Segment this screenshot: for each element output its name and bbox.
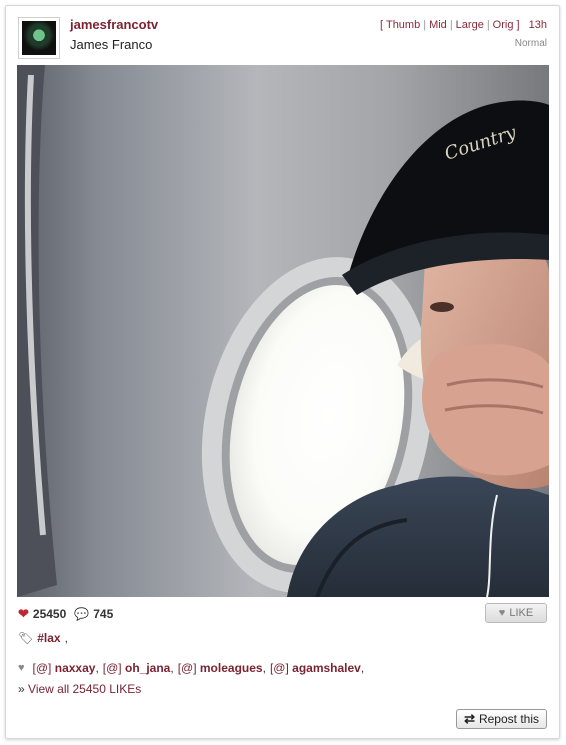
heart-outline-icon: ♥ (498, 607, 506, 619)
repost-icon: ⇄ (464, 711, 475, 726)
avatar[interactable] (18, 17, 60, 59)
username-link[interactable]: jamesfrancotv (70, 17, 158, 32)
filter-name: Normal (514, 38, 547, 49)
comment-count: 745 (93, 607, 114, 621)
liker-item[interactable]: [@] moleagues, (178, 661, 266, 675)
full-name: James Franco (70, 37, 153, 52)
view-all-likes-link[interactable]: View all 25450 LIKEs (28, 682, 141, 696)
heart-icon: ♥ (18, 662, 25, 674)
size-thumb-link[interactable]: Thumb (386, 19, 420, 31)
post-photo[interactable]: Country (17, 65, 549, 597)
like-count: 25450 (32, 607, 67, 621)
view-all-prefix: » (18, 682, 25, 696)
post-card: jamesfrancotv James Franco [ Thumb | Mid | L… (5, 5, 560, 739)
repost-button-label: Repost this (478, 712, 539, 726)
heart-icon: ❤ (18, 606, 29, 621)
size-links: [ Thumb | Mid | Large | Orig ] 13h (380, 19, 547, 31)
photo-illustration: Country (17, 65, 549, 597)
liker-item[interactable]: [@] agamshalev, (270, 661, 364, 675)
avatar-image (22, 21, 56, 55)
like-button-label: LIKE (509, 607, 534, 619)
repost-button[interactable]: ⇄ Repost this (456, 709, 547, 729)
view-all-likes: » View all 25450 LIKEs (18, 682, 141, 696)
tag-list: 🏷 #lax, (18, 631, 68, 645)
liker-list: ♥ [@] naxxay, [@] oh_jana, [@] moleagues… (18, 661, 364, 675)
tag-link[interactable]: #lax (37, 631, 60, 645)
size-close-bracket: ] (516, 19, 520, 31)
size-mid-link[interactable]: Mid (429, 19, 447, 31)
post-age[interactable]: 13h (529, 19, 547, 31)
size-open-bracket: [ (380, 19, 384, 31)
tag-icon: 🏷 (18, 631, 34, 645)
liker-item[interactable]: [@] oh_jana, (103, 661, 174, 675)
size-large-link[interactable]: Large (456, 19, 484, 31)
post-stats: ❤ 25450 💬 745 (18, 606, 113, 622)
speech-bubble-icon: 💬 (74, 607, 90, 621)
size-orig-link[interactable]: Orig (493, 19, 514, 31)
liker-item[interactable]: [@] naxxay, (33, 661, 99, 675)
like-button[interactable]: ♥ LIKE (485, 603, 547, 623)
